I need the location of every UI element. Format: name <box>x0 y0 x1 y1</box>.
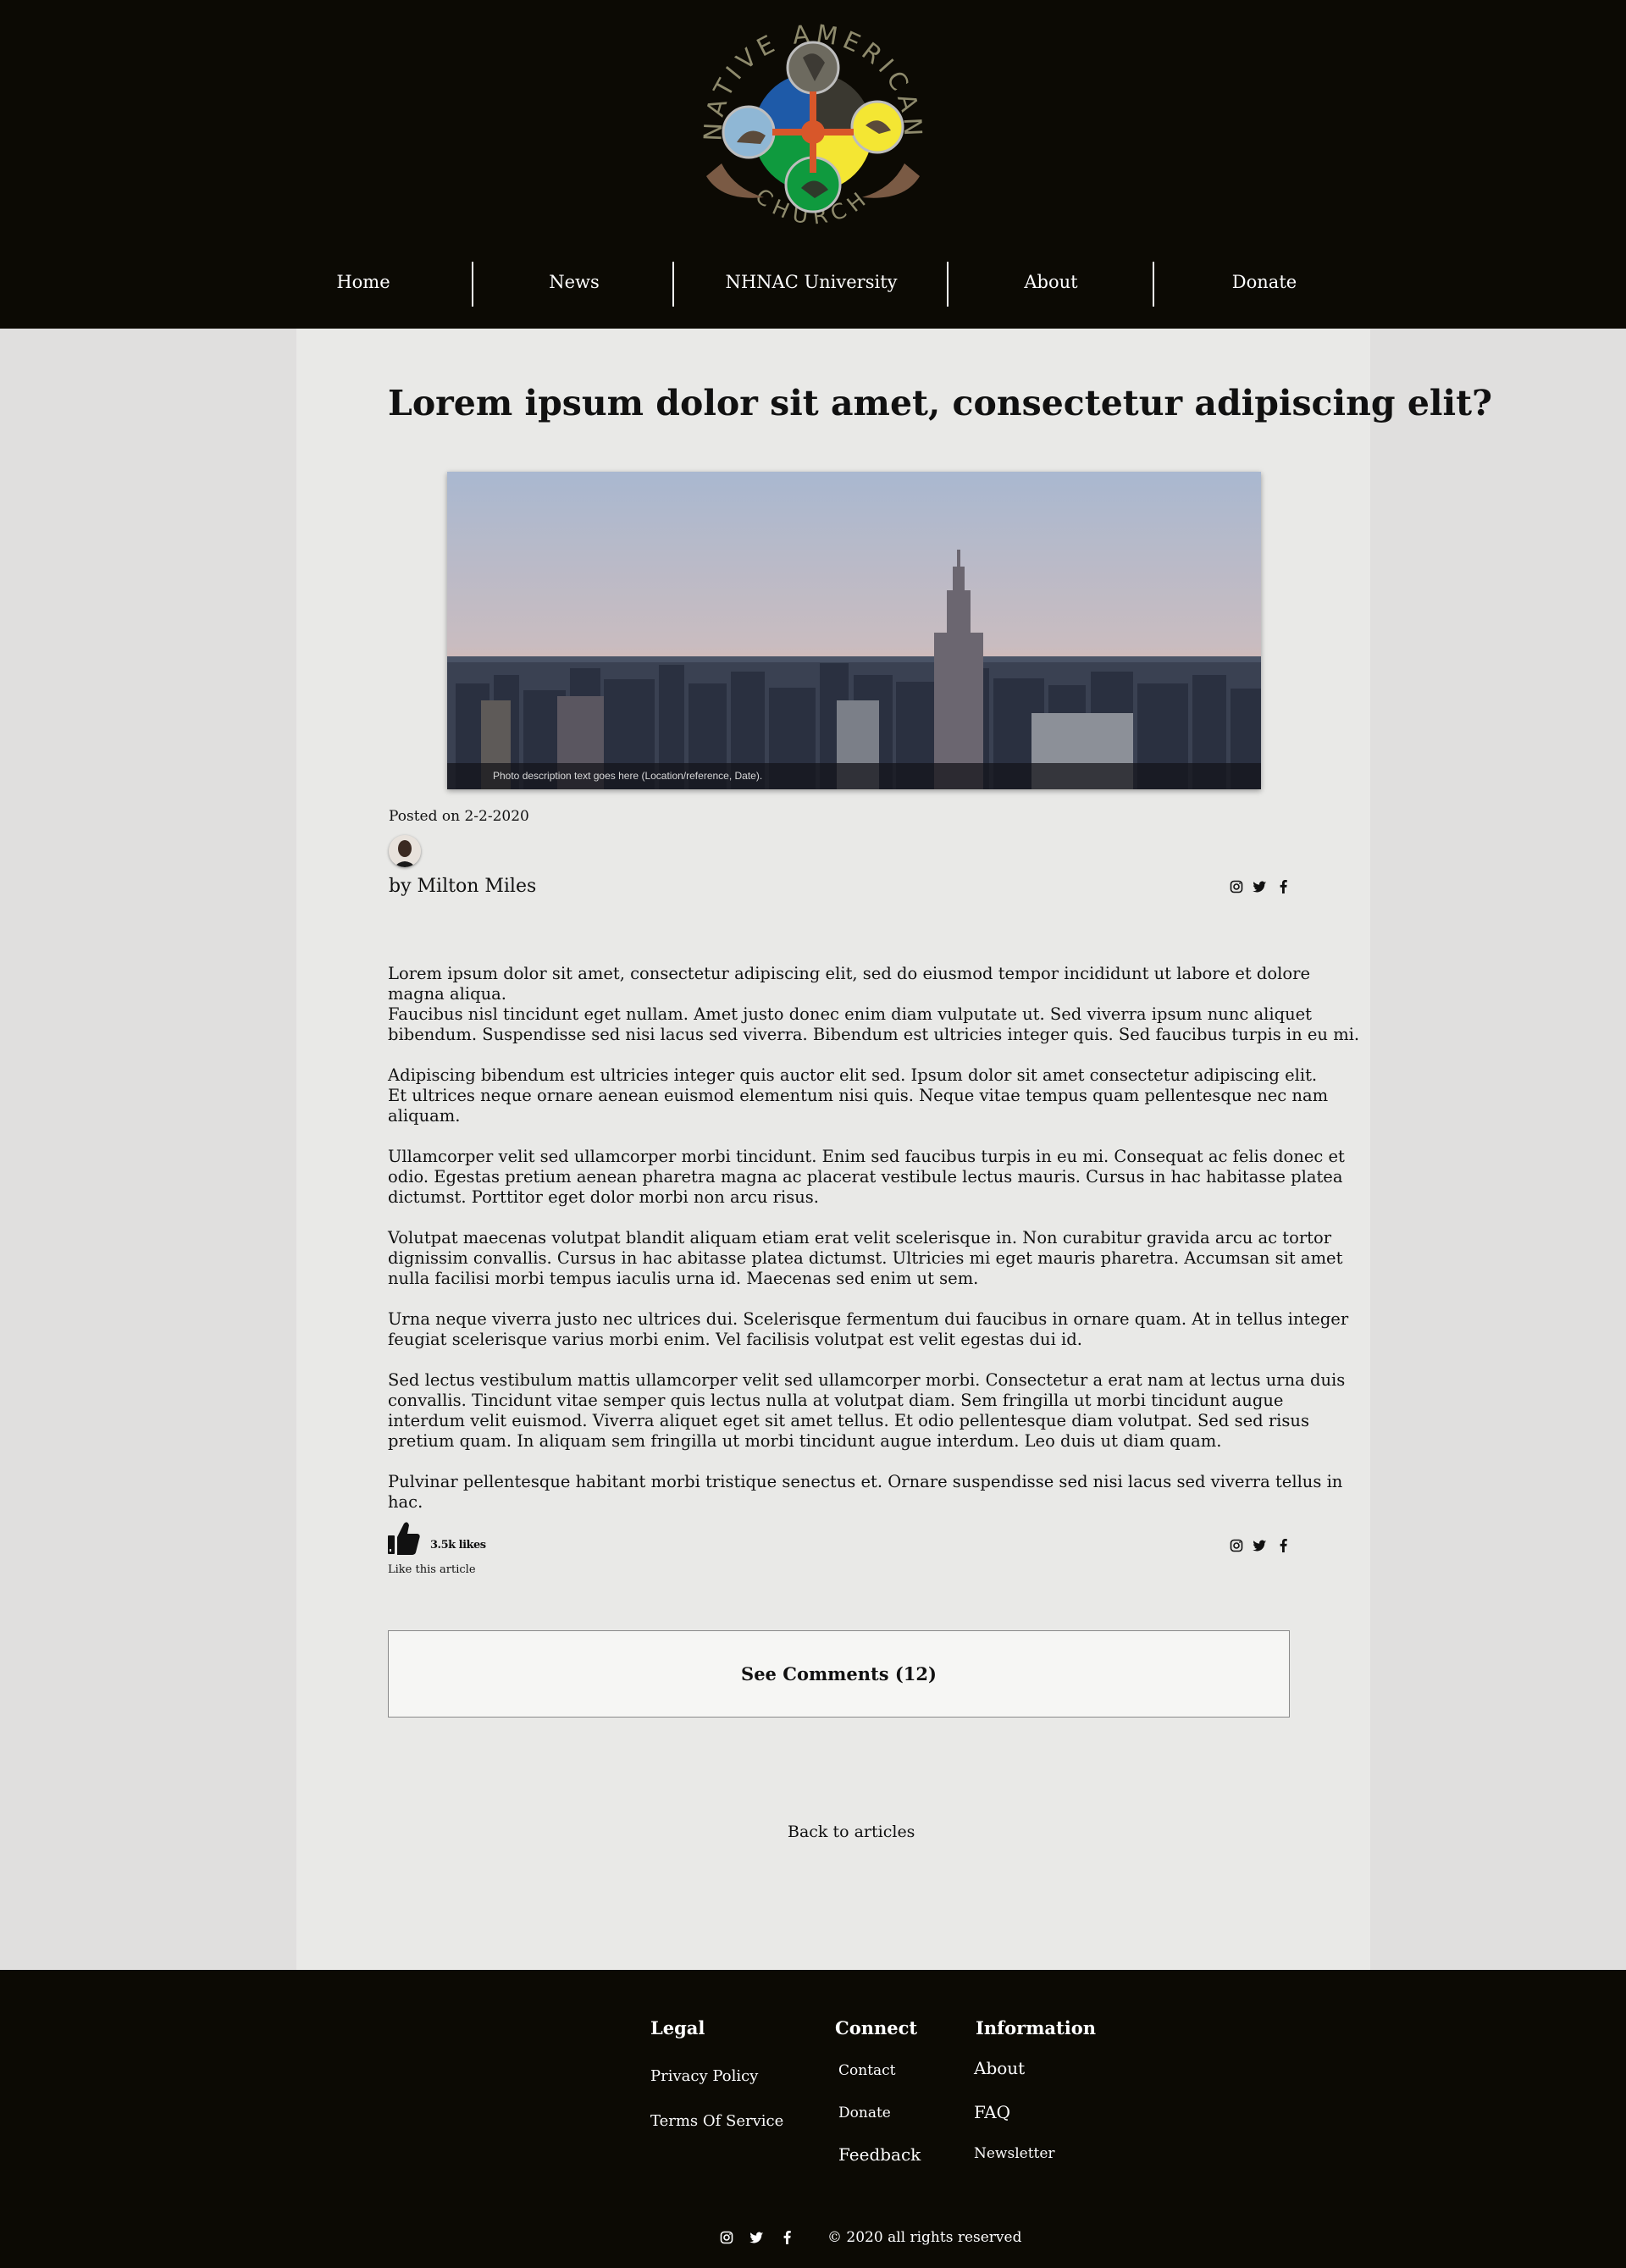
author-avatar[interactable] <box>389 835 421 867</box>
nav-divider <box>672 262 674 307</box>
facebook-icon[interactable] <box>1275 1538 1291 1554</box>
nav-divider <box>947 262 948 307</box>
nav-about[interactable]: About <box>949 258 1153 309</box>
likes-count: 3.5k likes <box>430 1539 486 1552</box>
twitter-icon[interactable] <box>1252 879 1268 895</box>
footer-link-newsletter[interactable]: Newsletter <box>974 2145 1055 2162</box>
copyright-text: © 2020 all rights reserved <box>827 2229 1022 2246</box>
twitter-icon[interactable] <box>1252 1538 1268 1554</box>
footer-information-heading: Information <box>976 2017 1096 2038</box>
footer-link-feedback[interactable]: Feedback <box>838 2144 921 2165</box>
facebook-icon[interactable] <box>779 2230 795 2246</box>
avatar-image <box>389 835 421 867</box>
site-footer <box>0 1970 1626 2268</box>
article-paragraph: Lorem ipsum dolor sit amet, consectetur … <box>388 964 1360 1044</box>
nav-home[interactable]: Home <box>279 258 448 309</box>
share-icons-top <box>1228 878 1291 895</box>
nav-divider <box>472 262 473 307</box>
article-paragraph: Urna neque viverra justo nec ultrices du… <box>388 1309 1349 1349</box>
like-label: Like this article <box>388 1563 476 1576</box>
article-paragraph: Ullamcorper velit sed ullamcorper morbi … <box>388 1147 1345 1207</box>
like-button[interactable] <box>387 1520 421 1559</box>
article-paragraph: Volutpat maecenas volutpat blandit aliqu… <box>388 1228 1343 1288</box>
footer-link-terms-of-service[interactable]: Terms Of Service <box>650 2112 783 2130</box>
article-body: Lorem ipsum dolor sit amet, consectetur … <box>388 964 1362 1533</box>
article-paragraph: Sed lectus vestibulum mattis ullamcorper… <box>388 1370 1346 1451</box>
nav-divider <box>1153 262 1154 307</box>
back-to-articles-link[interactable]: Back to articles <box>788 1823 915 1841</box>
instagram-icon[interactable] <box>1228 879 1244 895</box>
footer-social-icons <box>718 2229 795 2246</box>
facebook-icon[interactable] <box>1275 879 1291 895</box>
footer-legal-heading: Legal <box>650 2017 705 2038</box>
nav-news[interactable]: News <box>474 258 674 309</box>
footer-link-donate[interactable]: Donate <box>838 2105 891 2121</box>
thumbs-up-icon <box>388 1522 420 1555</box>
see-comments-button[interactable]: See Comments (12) <box>388 1630 1290 1718</box>
nav-nhnac-university[interactable]: NHNAC University <box>675 258 948 309</box>
article-paragraph: Pulvinar pellentesque habitant morbi tri… <box>388 1472 1343 1512</box>
city-skyline-image <box>447 472 1261 789</box>
footer-connect-heading: Connect <box>835 2017 918 2038</box>
church-logo[interactable]: NATIVE AMERICAN CHURCH <box>688 7 938 257</box>
footer-link-about[interactable]: About <box>974 2058 1025 2078</box>
instagram-icon[interactable] <box>718 2230 734 2246</box>
author-name[interactable]: by Milton Miles <box>389 876 536 897</box>
photo-caption: Photo description text goes here (Locati… <box>447 763 1261 789</box>
instagram-icon[interactable] <box>1228 1538 1244 1554</box>
left-margin <box>0 329 296 1970</box>
article-paragraph: Adipiscing bibendum est ultricies intege… <box>388 1065 1329 1126</box>
footer-link-faq[interactable]: FAQ <box>974 2102 1010 2122</box>
footer-link-contact[interactable]: Contact <box>838 2062 896 2079</box>
right-margin <box>1370 329 1626 1970</box>
nav-donate[interactable]: Donate <box>1155 258 1374 309</box>
twitter-icon[interactable] <box>749 2230 765 2246</box>
share-icons-bottom <box>1228 1537 1291 1554</box>
hero-photo[interactable]: Photo description text goes here (Locati… <box>447 472 1261 789</box>
posted-date: Posted on 2-2-2020 <box>389 808 529 825</box>
main-nav: Home News NHNAC University About Donate <box>0 258 1626 309</box>
article-title: Lorem ipsum dolor sit amet, consectetur … <box>388 383 1493 423</box>
site-header: NATIVE AMERICAN CHURCH Home News NHNAC U… <box>0 0 1626 329</box>
footer-link-privacy-policy[interactable]: Privacy Policy <box>650 2067 758 2085</box>
